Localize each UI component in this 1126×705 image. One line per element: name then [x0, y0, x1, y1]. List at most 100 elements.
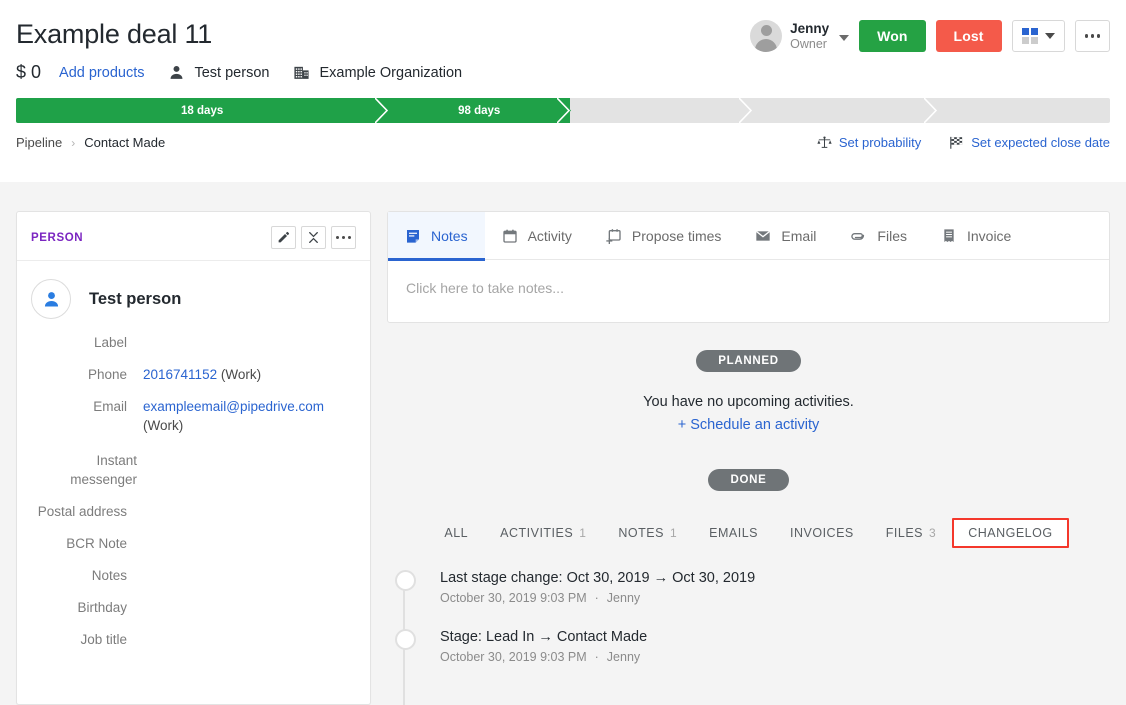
building-icon: [294, 66, 310, 79]
person-icon: [171, 65, 183, 79]
linked-person[interactable]: Test person: [168, 64, 269, 81]
changelog-entry: Stage: Lead In → Contact Made October 30,…: [395, 627, 1110, 664]
header-actions: Jenny Owner Won Lost: [750, 16, 1110, 52]
pipeline-stage-1[interactable]: 18 days: [16, 98, 390, 123]
filter-tab-activities[interactable]: ACTIVITIES 1: [484, 518, 602, 548]
note-icon: [405, 228, 421, 244]
person-panel-body: Test person Label Phone 2016741152 (Work) E…: [17, 261, 370, 672]
tab-invoice[interactable]: Invoice: [924, 212, 1028, 260]
pipeline-stage-3[interactable]: [570, 98, 754, 123]
filter-tab-notes[interactable]: NOTES 1: [602, 518, 693, 548]
tab-label: Email: [781, 228, 817, 244]
tab-files[interactable]: Files: [833, 212, 924, 260]
filter-tab-label: FILES: [885, 526, 924, 540]
person-more-options-button[interactable]: [331, 226, 356, 249]
schedule-activity-link[interactable]: + Schedule an activity: [387, 417, 1110, 433]
person-panel: PERSON Test person Label Phone 201674115…: [16, 211, 371, 705]
person-icon: [44, 291, 58, 306]
won-button[interactable]: Won: [859, 20, 926, 52]
owner-name: Jenny: [790, 20, 830, 36]
changelog-entry-meta: October 30, 2019 9:03 PM · Jenny: [440, 650, 1110, 664]
person-field-label: Phone: [87, 367, 127, 382]
owner-info: Jenny Owner: [790, 21, 829, 52]
pipeline-stage-5[interactable]: [936, 98, 1110, 123]
pipeline-stage-2[interactable]: 98 days: [388, 98, 572, 123]
collapse-arrows-icon: [309, 232, 318, 243]
filter-tab-invoices[interactable]: INVOICES: [774, 518, 870, 548]
breadcrumb-separator: ›: [71, 135, 76, 150]
content-tabs: Notes Activity Propose times Email Files Invo…: [388, 212, 1109, 261]
tab-email[interactable]: Email: [738, 212, 833, 260]
receipt-icon: [941, 228, 957, 244]
person-field-label: Postal address: [37, 504, 127, 519]
more-options-button[interactable]: [1074, 20, 1110, 52]
person-field-label: Email: [93, 399, 127, 414]
notes-input[interactable]: Click here to take notes...: [388, 260, 1109, 322]
person-field-row: Email exampleemail@pipedrive.com (Work): [31, 397, 356, 435]
timeline-dot-icon: [395, 570, 416, 591]
header-quick-links: Set probability Set expected close date: [817, 135, 1110, 150]
tab-propose-times[interactable]: Propose times: [589, 212, 738, 260]
pipeline-stage-separator: [556, 98, 572, 123]
ellipsis-icon: [1084, 34, 1100, 38]
edit-person-button[interactable]: [271, 226, 296, 249]
person-name: Test person: [89, 289, 182, 308]
person-section-title: PERSON: [31, 231, 84, 244]
view-layout-button[interactable]: [1011, 20, 1065, 52]
deal-header: Example deal 11 Jenny Owner Won Lost $ 0…: [0, 0, 1126, 182]
collapse-person-button[interactable]: [301, 226, 326, 249]
pipeline-stage-separator: [922, 98, 938, 123]
meta-separator: ·: [594, 591, 599, 605]
header-top-row: Example deal 11 Jenny Owner Won Lost: [16, 0, 1110, 52]
filter-tab-files[interactable]: FILES 3: [870, 518, 952, 548]
pencil-icon: [278, 231, 290, 243]
notes-card: Notes Activity Propose times Email Files Invo…: [387, 211, 1110, 323]
tab-label: Files: [877, 228, 907, 244]
person-field-suffix: (Work): [217, 367, 262, 382]
timeline-dot-icon: [395, 629, 416, 650]
tab-label: Invoice: [966, 228, 1012, 244]
tab-label: Notes: [431, 228, 468, 244]
pipeline-stage-4[interactable]: [752, 98, 938, 123]
lost-button[interactable]: Lost: [935, 20, 1002, 52]
person-field-row: Label: [31, 333, 356, 352]
pipeline-progress-bar[interactable]: 18 days 98 days: [16, 98, 1110, 123]
person-field-row: Postal address: [31, 502, 356, 521]
filter-tab-all[interactable]: ALL: [428, 518, 484, 548]
linked-organization-label: Example Organization: [319, 64, 463, 81]
linked-person-label: Test person: [194, 64, 270, 81]
pipeline-stage-separator: [374, 98, 390, 123]
deal-subtitle-row: $ 0 Add products Test person Example Org…: [16, 62, 1110, 83]
envelope-icon: [755, 228, 771, 244]
breadcrumb: Pipeline › Contact Made Set probability: [16, 135, 1110, 150]
person-field-link[interactable]: 2016741152: [143, 367, 217, 382]
person-field-row: Job title: [31, 630, 356, 649]
tab-notes[interactable]: Notes: [388, 212, 485, 261]
person-field-row: Instant messenger: [31, 451, 356, 489]
person-fields-list: Label Phone 2016741152 (Work) Email examplee…: [31, 333, 356, 649]
deal-value: $ 0: [16, 62, 42, 82]
paperclip-icon: [850, 228, 867, 245]
breadcrumb-pipeline[interactable]: Pipeline: [16, 135, 62, 150]
owner-selector[interactable]: Jenny Owner: [750, 20, 850, 52]
person-field-label: Job title: [80, 632, 127, 647]
add-products-link[interactable]: Add products: [59, 65, 144, 81]
changelog-author: Jenny: [606, 591, 641, 605]
changelog-entry: Last stage change: Oct 30, 2019 → Oct 30…: [395, 568, 1110, 605]
person-field-link[interactable]: exampleemail@pipedrive.com: [143, 399, 324, 414]
filter-tab-emails[interactable]: EMAILS: [693, 518, 774, 548]
person-field-row: Notes: [31, 566, 356, 585]
filter-tab-label: NOTES: [618, 526, 664, 540]
set-expected-close-date-link[interactable]: Set expected close date: [949, 135, 1110, 150]
person-panel-actions: [271, 226, 356, 249]
person-field-row: Phone 2016741152 (Work): [31, 365, 356, 384]
linked-organization[interactable]: Example Organization: [293, 64, 462, 81]
set-probability-link[interactable]: Set probability: [817, 135, 921, 150]
person-field-value: exampleemail@pipedrive.com (Work): [143, 397, 333, 435]
deal-body: PERSON Test person Label Phone 201674115…: [0, 182, 1126, 705]
filter-tab-label: CHANGELOG: [968, 526, 1053, 540]
person-field-suffix: (Work): [143, 418, 184, 433]
ellipsis-icon: [335, 235, 352, 240]
filter-tab-changelog[interactable]: CHANGELOG: [952, 518, 1069, 548]
tab-activity[interactable]: Activity: [485, 212, 589, 260]
